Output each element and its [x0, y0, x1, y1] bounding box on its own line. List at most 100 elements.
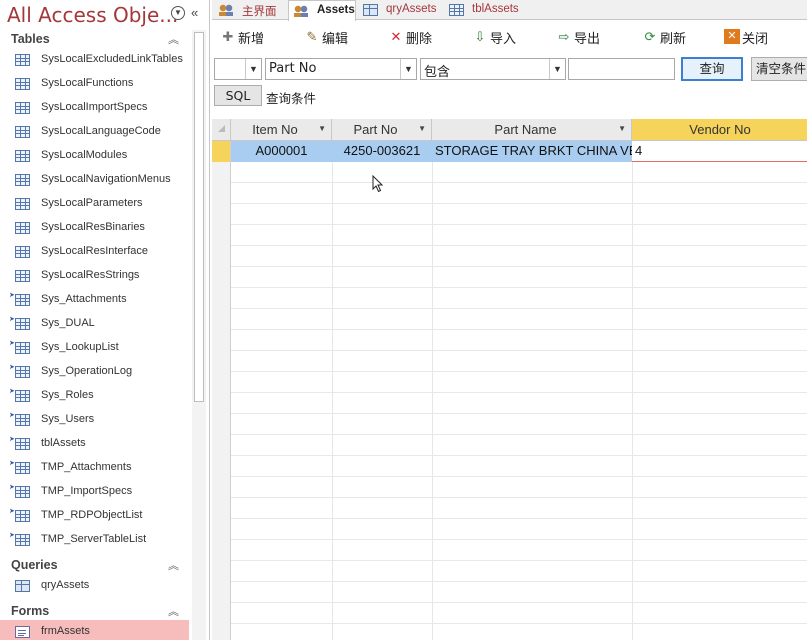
nav-section-label: Tables	[11, 32, 50, 46]
nav-item-tmp-importspecs[interactable]: ➤ TMP_ImportSpecs	[0, 480, 189, 504]
empty-record-selector[interactable]	[212, 162, 231, 183]
tab-tblassets[interactable]: tblAssets	[444, 0, 524, 20]
empty-record-selector[interactable]	[212, 498, 231, 519]
empty-record-selector[interactable]	[212, 393, 231, 414]
table-icon	[15, 150, 30, 162]
chevron-up-icon[interactable]: ︽	[168, 557, 179, 573]
nav-item-tmp-servertablelist[interactable]: ➤ TMP_ServerTableList	[0, 528, 189, 552]
nav-item-tmp-rdpobjectlist[interactable]: ➤ TMP_RDPObjectList	[0, 504, 189, 528]
row-gridline	[231, 392, 807, 393]
cell-item-no[interactable]: A000001	[231, 141, 332, 162]
empty-record-selector[interactable]	[212, 561, 231, 582]
empty-record-selector[interactable]	[212, 603, 231, 624]
empty-record-selector[interactable]	[212, 582, 231, 603]
empty-record-selector[interactable]	[212, 204, 231, 225]
empty-record-selector[interactable]	[212, 309, 231, 330]
nav-item-label: TMP_RDPObjectList	[41, 509, 143, 521]
nav-item-label: SysLocalResStrings	[41, 269, 140, 281]
empty-record-selector[interactable]	[212, 183, 231, 204]
nav-item-sys-roles[interactable]: ➤ Sys_Roles	[0, 384, 189, 408]
chevron-down-icon[interactable]: ▼	[318, 124, 326, 133]
select-all-corner[interactable]	[212, 119, 231, 141]
nav-item-sys-operationlog[interactable]: ➤ Sys_OperationLog	[0, 360, 189, 384]
nav-item-label: Sys_Attachments	[41, 293, 127, 305]
nav-item-sys-dual[interactable]: ➤ Sys_DUAL	[0, 312, 189, 336]
empty-record-selector[interactable]	[212, 477, 231, 498]
tab-main[interactable]: 主界面	[214, 0, 286, 20]
nav-item-sys-lookuplist[interactable]: ➤ Sys_LookupList	[0, 336, 189, 360]
tab-assets[interactable]: Assets	[288, 0, 356, 21]
nav-item-sys-attachments[interactable]: ➤ Sys_Attachments	[0, 288, 189, 312]
empty-record-selector[interactable]	[212, 351, 231, 372]
column-header-vendor-no[interactable]: Vendor No	[632, 119, 807, 141]
chevron-down-icon[interactable]: ▼	[400, 59, 416, 79]
column-header-item-no[interactable]: Item No ▼	[231, 119, 332, 141]
empty-record-selector[interactable]	[212, 267, 231, 288]
navigation-pane-title[interactable]: All Access Obje...	[7, 3, 178, 27]
collapse-pane-icon[interactable]: «	[191, 5, 198, 20]
empty-record-selector[interactable]	[212, 225, 231, 246]
empty-record-selector[interactable]	[212, 414, 231, 435]
chevron-down-icon[interactable]: ▼	[618, 124, 626, 133]
nav-item-syslocalnavigationmenus[interactable]: SysLocalNavigationMenus	[0, 168, 189, 192]
operator-select[interactable]: 包含 ▼	[420, 58, 566, 80]
empty-record-selector[interactable]	[212, 624, 231, 640]
sql-button[interactable]: SQL	[214, 85, 262, 106]
logic-select[interactable]: ▼	[214, 58, 262, 80]
nav-item-tmp-attachments[interactable]: ➤ TMP_Attachments	[0, 456, 189, 480]
chevron-down-icon[interactable]: ▼	[245, 59, 261, 79]
field-select[interactable]: Part No ▼	[265, 58, 417, 80]
cell-part-no[interactable]: 4250-003621	[332, 141, 432, 162]
nav-item-label: TMP_ServerTableList	[41, 533, 147, 545]
link-arrow-icon: ➤	[9, 364, 15, 371]
empty-record-selector[interactable]	[212, 246, 231, 267]
query-condition-label: 查询条件	[266, 91, 317, 106]
column-header-part-no[interactable]: Part No ▼	[332, 119, 432, 141]
cell-part-name[interactable]: STORAGE TRAY BRKT CHINA VE	[432, 141, 632, 162]
nav-item-syslocalimportspecs[interactable]: SysLocalImportSpecs	[0, 96, 189, 120]
tab-qryassets[interactable]: qryAssets	[358, 0, 442, 20]
empty-record-selector[interactable]	[212, 330, 231, 351]
nav-item-syslocallanguagecode[interactable]: SysLocalLanguageCode	[0, 120, 189, 144]
chevron-down-icon[interactable]: ▼	[418, 124, 426, 133]
search-value-input[interactable]	[568, 58, 675, 80]
nav-item-syslocalresbinaries[interactable]: SysLocalResBinaries	[0, 216, 189, 240]
row-gridline	[231, 455, 807, 456]
nav-item-syslocalexcludedlinktables[interactable]: SysLocalExcludedLinkTables	[0, 48, 189, 72]
nav-item-qryassets[interactable]: qryAssets	[0, 574, 189, 598]
linked-table-icon	[15, 390, 30, 402]
empty-record-selector[interactable]	[212, 519, 231, 540]
navigation-scrollbar-thumb[interactable]	[194, 32, 204, 402]
table-icon	[15, 78, 30, 90]
nav-item-syslocalresstrings[interactable]: SysLocalResStrings	[0, 264, 189, 288]
nav-item-syslocalresinterface[interactable]: SysLocalResInterface	[0, 240, 189, 264]
chevron-down-icon[interactable]: ▼	[171, 6, 185, 20]
record-selector[interactable]	[212, 141, 231, 162]
table-icon	[15, 174, 30, 186]
table-icon	[15, 102, 30, 114]
navigation-pane: All Access Obje... ▼ « Tables ︽ SysLocalEx…	[0, 0, 210, 640]
chevron-up-icon[interactable]: ︽	[168, 603, 179, 619]
nav-item-syslocalfunctions[interactable]: SysLocalFunctions	[0, 72, 189, 96]
query-button[interactable]: 查询	[681, 57, 743, 81]
linked-table-icon	[15, 462, 30, 474]
nav-item-frmassets[interactable]: frmAssets	[0, 620, 189, 640]
empty-record-selector[interactable]	[212, 372, 231, 393]
empty-record-selector[interactable]	[212, 435, 231, 456]
column-header-part-name[interactable]: Part Name ▼	[432, 119, 632, 141]
chevron-down-icon[interactable]: ▼	[549, 59, 565, 79]
empty-record-selector[interactable]	[212, 540, 231, 561]
empty-record-selector[interactable]	[212, 456, 231, 477]
nav-item-sys-users[interactable]: ➤ Sys_Users	[0, 408, 189, 432]
nav-item-syslocalparameters[interactable]: SysLocalParameters	[0, 192, 189, 216]
table-icon	[15, 222, 30, 234]
chevron-up-icon[interactable]: ︽	[168, 31, 179, 47]
select-all-icon	[218, 125, 225, 132]
field-select-value: Part No	[269, 61, 317, 76]
empty-record-selector[interactable]	[212, 288, 231, 309]
nav-item-syslocalmodules[interactable]: SysLocalModules	[0, 144, 189, 168]
nav-item-tblassets[interactable]: ➤ tblAssets	[0, 432, 189, 456]
row-gridline	[231, 518, 807, 519]
cell-vendor-no[interactable]: 4	[632, 141, 807, 162]
clear-conditions-button[interactable]: 清空条件	[751, 57, 807, 81]
